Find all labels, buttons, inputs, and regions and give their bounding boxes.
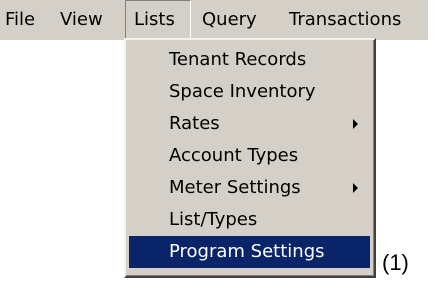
menu-item-tenant-records[interactable]: Tenant Records <box>129 44 370 76</box>
menu-item-label: Program Settings <box>169 241 325 262</box>
menu-item-account-types[interactable]: Account Types <box>129 140 370 172</box>
menu-item-meter-settings[interactable]: Meter Settings <box>129 172 370 204</box>
lists-dropdown-menu: Tenant Records Space Inventory Rates Acc… <box>124 38 376 278</box>
menu-item-label: Rates <box>169 113 220 134</box>
menu-file[interactable]: File <box>5 0 35 40</box>
menu-item-label: Meter Settings <box>169 177 301 198</box>
menu-item-list-types[interactable]: List/Types <box>129 204 370 236</box>
menu-item-label: List/Types <box>169 209 258 230</box>
menu-bar: File View Lists Query Transactions <box>0 0 428 40</box>
menu-item-label: Account Types <box>169 145 299 166</box>
menu-item-rates[interactable]: Rates <box>129 108 370 140</box>
submenu-arrow-icon <box>353 183 358 193</box>
menu-item-label: Space Inventory <box>169 81 316 102</box>
step-annotation: (1) <box>382 250 409 275</box>
menu-item-space-inventory[interactable]: Space Inventory <box>129 76 370 108</box>
menu-item-program-settings[interactable]: Program Settings <box>129 236 370 268</box>
submenu-arrow-icon <box>353 119 358 129</box>
menu-query[interactable]: Query <box>202 0 257 40</box>
menu-transactions[interactable]: Transactions <box>289 0 401 40</box>
menu-item-label: Tenant Records <box>169 49 307 70</box>
menu-lists[interactable]: Lists <box>125 0 191 40</box>
menu-view[interactable]: View <box>60 0 103 40</box>
